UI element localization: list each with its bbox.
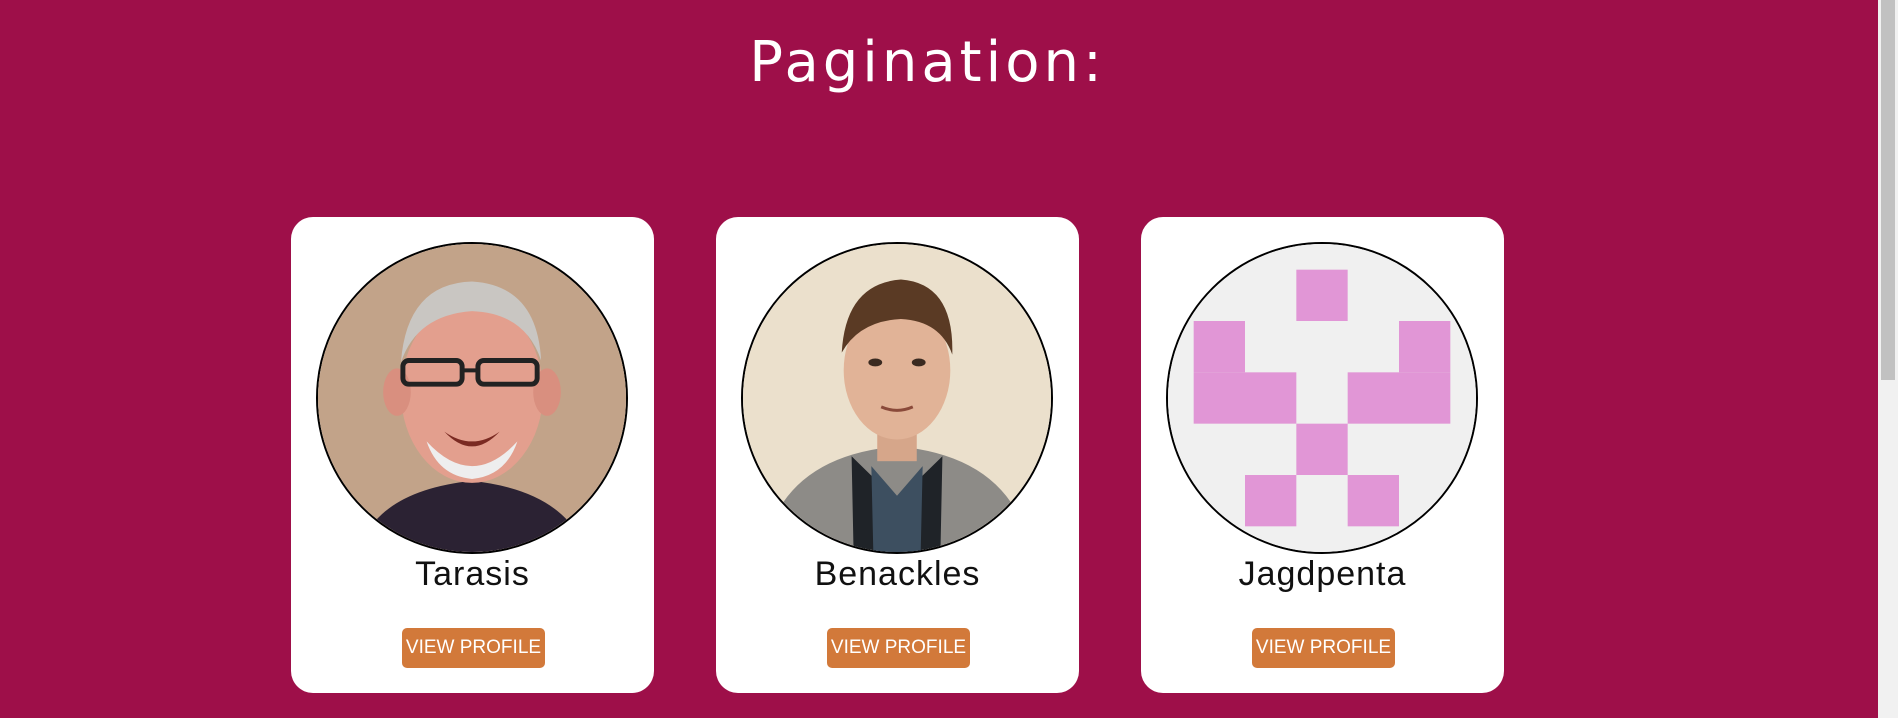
scrollbar-thumb[interactable] [1881, 0, 1895, 380]
profile-name: Jagdpenta [1238, 555, 1407, 593]
avatar [1166, 242, 1478, 554]
avatar [741, 242, 1053, 554]
avatar-photo-young-man [743, 244, 1051, 552]
avatar [316, 242, 628, 554]
profile-card: Jagdpenta VIEW PROFILE [1141, 217, 1504, 693]
avatar-identicon [1168, 244, 1476, 552]
vertical-scrollbar[interactable] [1878, 0, 1898, 718]
avatar-photo-man-glasses [318, 244, 626, 552]
view-profile-button[interactable]: VIEW PROFILE [827, 628, 970, 668]
page-title: Pagination: [749, 30, 1106, 95]
profile-name: Tarasis [415, 555, 530, 593]
profile-card: Benackles VIEW PROFILE [716, 217, 1079, 693]
profile-card: Tarasis VIEW PROFILE [291, 217, 654, 693]
view-profile-button[interactable]: VIEW PROFILE [1252, 628, 1395, 668]
page-background: Pagination: Tarasis VIEW PROFILE Benackl… [0, 0, 1878, 718]
view-profile-button[interactable]: VIEW PROFILE [402, 628, 545, 668]
profile-name: Benackles [814, 555, 981, 593]
